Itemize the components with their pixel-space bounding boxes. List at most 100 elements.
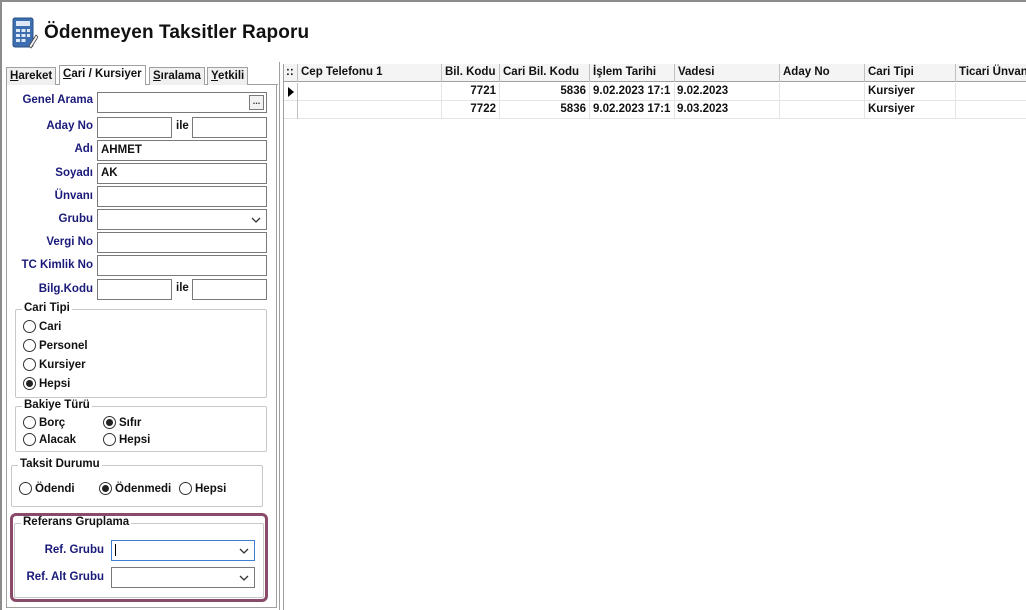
window-title: Ödenmeyen Taksitler Raporu (44, 22, 310, 43)
grubu-label: Grubu (58, 213, 94, 225)
unvani-input[interactable] (97, 186, 267, 207)
cell-islem-tarihi[interactable]: 9.02.2023 17:1 (590, 83, 675, 101)
tab-siralama[interactable]: Sıralama (149, 67, 205, 85)
bakiye-turu-legend: Bakiye Türü (22, 399, 92, 411)
unvani-label: Ünvanı (54, 190, 93, 202)
grubu-select[interactable] (97, 209, 267, 230)
ref-grubu-select[interactable] (111, 540, 255, 561)
tab-hareket[interactable]: Hareket (6, 67, 57, 85)
table-row[interactable]: 7721 5836 9.02.2023 17:1 9.02.2023 Kursi… (284, 83, 1026, 101)
tc-kimlik-no-input[interactable] (97, 255, 267, 276)
adi-label: Adı (74, 143, 93, 155)
adi-input[interactable]: AHMET (97, 140, 267, 161)
cell-cep-telefonu[interactable] (298, 83, 442, 101)
radio-circle-selected (99, 482, 112, 495)
radio-circle (23, 416, 36, 429)
cell-aday-no[interactable] (780, 101, 865, 119)
bakiye-turu-radio-alacak[interactable]: Alacak (23, 433, 76, 446)
cari-tipi-legend: Cari Tipi (22, 302, 72, 314)
cell-aday-no[interactable] (780, 83, 865, 101)
column-header-ticari-unvani[interactable]: Ticari Ünvanı (956, 64, 1026, 82)
ref-grubu-label: Ref. Grubu (44, 544, 104, 556)
cell-cari-tipi[interactable]: Kursiyer (865, 101, 956, 119)
cell-vadesi[interactable]: 9.03.2023 (675, 101, 780, 119)
taksit-durumu-radio-hepsi[interactable]: Hepsi (179, 482, 226, 495)
bilg-kodu-to-input[interactable] (192, 279, 267, 300)
radio-circle-selected (103, 416, 116, 429)
cell-cari-tipi[interactable]: Kursiyer (865, 83, 956, 101)
current-row-arrow-icon (288, 87, 294, 97)
chevron-down-icon (239, 548, 249, 554)
text-caret (115, 544, 116, 556)
ref-alt-grubu-select[interactable] (111, 567, 255, 588)
genel-arama-input[interactable]: ... (97, 92, 267, 113)
bilg-kodu-from-input[interactable] (97, 279, 172, 300)
title-bar: Ödenmeyen Taksitler Raporu (2, 2, 1026, 60)
results-grid[interactable]: :: Cep Telefonu 1 Bil. Kodu Cari Bil. Ko… (283, 64, 1026, 610)
radio-circle (19, 482, 32, 495)
chevron-down-icon (239, 575, 249, 581)
genel-arama-label: Genel Arama (22, 94, 93, 106)
taksit-durumu-legend: Taksit Durumu (18, 458, 102, 470)
row-indicator (284, 83, 298, 101)
soyadi-input[interactable]: AK (97, 163, 267, 184)
bilg-kodu-label: Bilg.Kodu (38, 283, 93, 295)
cell-islem-tarihi[interactable]: 9.02.2023 17:1 (590, 101, 675, 119)
bakiye-turu-radio-sifir[interactable]: Sıfır (103, 416, 141, 429)
taksit-durumu-radio-odenmedi[interactable]: Ödenmedi (99, 482, 171, 495)
cell-bil-kodu[interactable]: 7721 (442, 83, 500, 101)
radio-circle (23, 358, 36, 371)
bakiye-turu-group: Bakiye Türü Borç Sıfır Alacak Hepsi (15, 399, 267, 452)
bilg-kodu-separator: ile (176, 282, 189, 294)
tab-yetkili[interactable]: Yetkili (207, 67, 249, 85)
referans-gruplama-group: Referans Gruplama Ref. Grubu Ref. Alt Gr… (14, 516, 264, 598)
genel-arama-browse-button[interactable]: ... (249, 95, 264, 110)
chevron-down-icon (251, 217, 261, 223)
radio-circle-selected (23, 377, 36, 390)
radio-circle (179, 482, 192, 495)
vergi-no-input[interactable] (97, 232, 267, 253)
aday-no-to-input[interactable] (192, 117, 267, 138)
tab-cari-kursiyer[interactable]: Cari / Kursiyer (59, 65, 146, 86)
cari-tipi-radio-kursiyer[interactable]: Kursiyer (23, 358, 86, 371)
grid-corner[interactable]: :: (284, 64, 298, 82)
radio-circle (23, 339, 36, 352)
filter-panel: Hareket Cari / Kursiyer Sıralama Yetkili… (2, 62, 280, 610)
ref-alt-grubu-label: Ref. Alt Grubu (26, 571, 104, 583)
column-header-cari-bil-kodu[interactable]: Cari Bil. Kodu (500, 64, 590, 82)
column-header-bil-kodu[interactable]: Bil. Kodu (442, 64, 500, 82)
column-header-islem-tarihi[interactable]: İşlem Tarihi (590, 64, 675, 82)
aday-no-separator: ile (176, 120, 189, 132)
cari-tipi-radio-personel[interactable]: Personel (23, 339, 88, 352)
taksit-durumu-group: Taksit Durumu Ödendi Ödenmedi Hepsi (11, 458, 263, 507)
column-header-vadesi[interactable]: Vadesi (675, 64, 780, 82)
cell-cari-bil-kodu[interactable]: 5836 (500, 101, 590, 119)
report-calculator-icon (12, 17, 38, 49)
table-row[interactable]: 7722 5836 9.02.2023 17:1 9.03.2023 Kursi… (284, 101, 1026, 119)
aday-no-label: Aday No (46, 120, 93, 132)
column-header-cari-tipi[interactable]: Cari Tipi (865, 64, 956, 82)
row-indicator (284, 101, 298, 119)
column-header-cep-telefonu[interactable]: Cep Telefonu 1 (298, 64, 442, 82)
taksit-durumu-radio-odendi[interactable]: Ödendi (19, 482, 75, 495)
cari-tipi-radio-cari[interactable]: Cari (23, 320, 61, 333)
radio-circle (103, 433, 116, 446)
cari-tipi-radio-hepsi[interactable]: Hepsi (23, 377, 70, 390)
cell-bil-kodu[interactable]: 7722 (442, 101, 500, 119)
tc-kimlik-no-label: TC Kimlik No (21, 259, 93, 271)
referans-gruplama-legend: Referans Gruplama (21, 516, 132, 528)
cell-ticari-unvani[interactable] (956, 101, 1026, 119)
cari-tipi-group: Cari Tipi Cari Personel Kursiyer Hepsi (15, 302, 267, 398)
cell-cep-telefonu[interactable] (298, 101, 442, 119)
aday-no-from-input[interactable] (97, 117, 172, 138)
cell-cari-bil-kodu[interactable]: 5836 (500, 83, 590, 101)
grid-header: :: Cep Telefonu 1 Bil. Kodu Cari Bil. Ko… (284, 64, 1026, 82)
radio-circle (23, 320, 36, 333)
cell-ticari-unvani[interactable] (956, 83, 1026, 101)
vergi-no-label: Vergi No (46, 236, 93, 248)
cell-vadesi[interactable]: 9.02.2023 (675, 83, 780, 101)
bakiye-turu-radio-hepsi[interactable]: Hepsi (103, 433, 150, 446)
bakiye-turu-radio-borc[interactable]: Borç (23, 416, 65, 429)
soyadi-label: Soyadı (55, 167, 93, 179)
column-header-aday-no[interactable]: Aday No (780, 64, 865, 82)
